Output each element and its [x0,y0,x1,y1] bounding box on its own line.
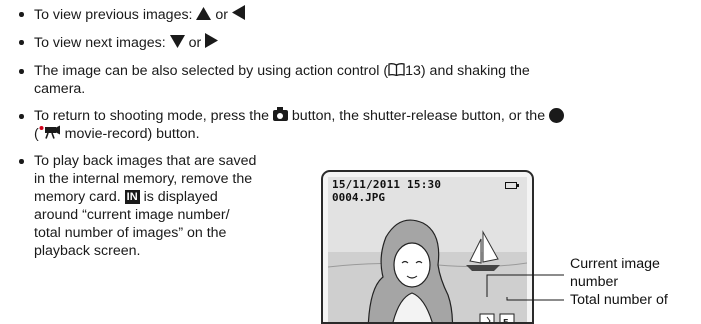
memory-card-text: memory card. [34,189,125,205]
current-image-label: Current image number [570,255,660,291]
internal-memory-line-5: total number of images” on the [34,225,227,241]
bullet-dot [19,114,24,119]
current-image-label-line-1: Current image [570,256,660,272]
current-image-label-line-2: number [570,274,619,290]
bullet-dot [19,12,24,17]
lcd-datetime: 15/11/2011 15:30 [332,178,442,191]
internal-memory-line-1: To play back images that are saved [34,153,257,169]
internal-memory-line-6: playback screen. [34,243,141,259]
bullet-dot [19,69,24,74]
or-separator: or [211,7,232,23]
is-displayed-text: is displayed [139,189,218,205]
bullet-next-images: To view next images: or [10,33,219,52]
internal-memory-line-3: memory card. IN is displayed [34,188,324,206]
internal-memory-line-2: in the internal memory, remove the [34,171,253,187]
internal-memory-line-4: around “current image number/ [34,207,230,223]
action-control-line-2: camera. [34,81,86,97]
internal-memory-icon: IN [124,190,140,204]
bullet-previous-images: To view previous images: or [10,5,245,24]
triangle-left-icon [231,5,245,20]
playback-screen-illustration: F 15/11/2011 15:30 0004.JPG [321,170,534,324]
action-control-text-end: ) and shaking the [420,63,530,79]
triangle-up-icon [196,7,212,20]
action-control-text: The image can be also selected by using … [34,63,389,79]
triangle-right-icon [205,33,219,48]
shooting-mode-text: To return to shooting mode, press the [34,108,273,124]
triangle-down-icon [169,35,185,48]
or-separator: or [184,35,206,51]
battery-icon [505,182,519,189]
bullet-dot [19,159,24,164]
total-images-label: Total number of [570,292,668,308]
lcd-screen: F 15/11/2011 15:30 0004.JPG [328,177,527,324]
lcd-filename: 0004.JPG [332,191,385,204]
bullet-internal-memory: To play back images that are saved in th… [10,152,324,260]
bullet-shooting-mode: To return to shooting mode, press the bu… [10,107,565,143]
shooting-mode-line-2: ( movie-record) button. [34,125,564,143]
bullet-dot [19,40,24,45]
movie-camera-icon [39,125,60,139]
svg-text:F: F [503,318,508,324]
book-reference-icon [388,63,405,76]
bullet-action-control: The image can be also selected by using … [10,62,530,98]
action-control-line-1: The image can be also selected by using … [34,62,530,80]
page-reference: 13 [405,63,421,79]
shooting-mode-text-mid: button, the shutter-release button, or t… [287,108,550,124]
next-images-text: To view next images: [34,35,170,51]
shooting-mode-line-1: To return to shooting mode, press the bu… [34,107,565,125]
movie-record-text: movie-record) button. [60,126,200,142]
movie-record-dot-icon [549,108,565,123]
previous-images-text: To view previous images: [34,7,197,23]
camera-button-icon [272,107,288,121]
